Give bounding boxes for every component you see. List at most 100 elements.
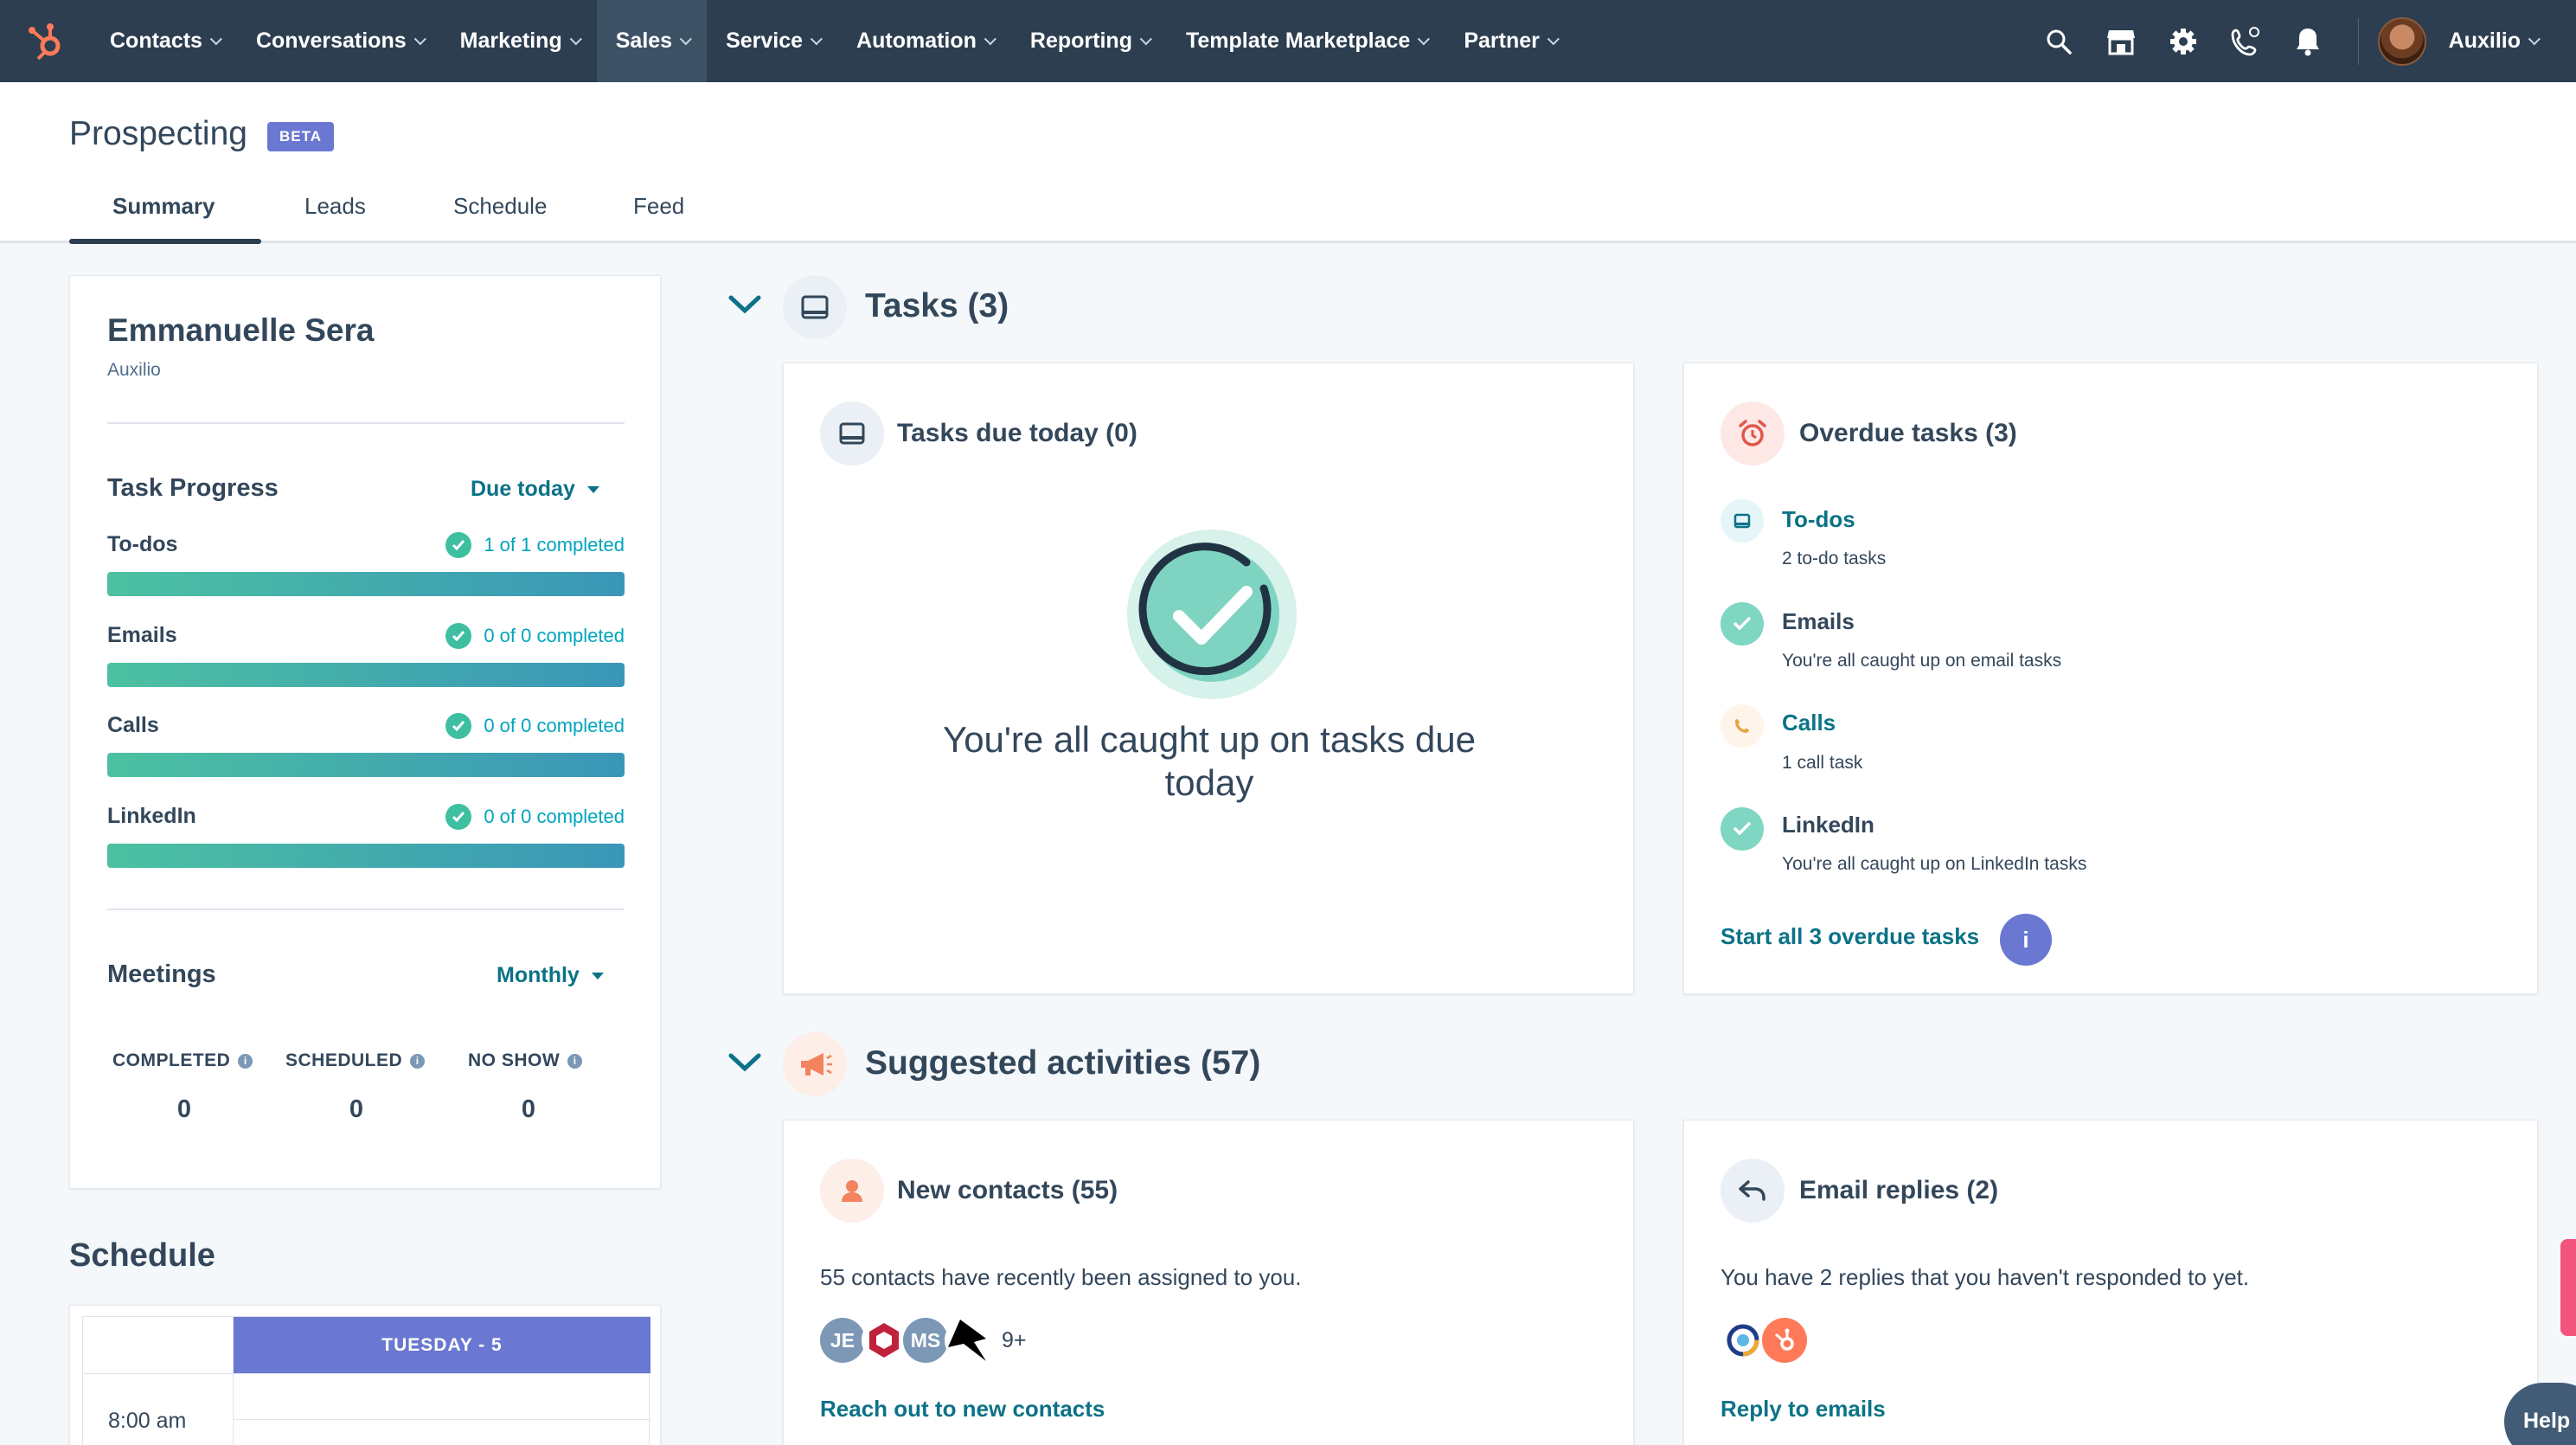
reply-to-emails-link[interactable]: Reply to emails: [1721, 1396, 1886, 1423]
progress-bar: [107, 753, 625, 777]
contact-person-icon: [820, 1159, 884, 1223]
overdue-tasks-title: Overdue tasks (3): [1799, 419, 2017, 447]
reach-out-link[interactable]: Reach out to new contacts: [820, 1396, 1105, 1423]
hubspot-logo-icon[interactable]: [0, 0, 91, 82]
overdue-calls-link[interactable]: Calls: [1782, 710, 1836, 736]
overdue-linkedin-sub: You're all caught up on LinkedIn tasks: [1782, 854, 2087, 874]
hubspot-logo-avatar[interactable]: [1762, 1318, 1807, 1363]
overdue-tasks-card: Overdue tasks (3) To-dos 2 to-do tasks E…: [1683, 363, 2538, 994]
progress-row-linkedin: LinkedIn 0 of 0 completed: [107, 804, 625, 873]
meetings-no-show-label: NO SHOW i: [468, 1050, 583, 1071]
nav-partner[interactable]: Partner: [1445, 0, 1574, 82]
nav-sales[interactable]: Sales: [596, 0, 708, 82]
caret-down-icon: [586, 485, 599, 493]
tasks-due-today-card: Tasks due today (0) You're all caught up…: [783, 363, 1634, 994]
progress-label: Calls: [107, 713, 159, 737]
filter-label: Monthly: [497, 963, 580, 987]
email-replies-card: Email replies (2) You have 2 replies tha…: [1683, 1120, 2538, 1445]
info-icon[interactable]: i: [410, 1053, 426, 1069]
tasks-icon: [783, 275, 847, 339]
contact-avatar[interactable]: JE: [820, 1318, 865, 1363]
suggested-section-title: Suggested activities (57): [865, 1044, 1261, 1082]
calendar-grid: TUESDAY - 5 8:00 am: [82, 1316, 650, 1445]
marketplace-icon[interactable]: [2090, 0, 2152, 82]
feedback-side-tab[interactable]: [2560, 1239, 2576, 1336]
nav-template-marketplace[interactable]: Template Marketplace: [1167, 0, 1445, 82]
nav-contacts[interactable]: Contacts: [91, 0, 237, 82]
progress-label: Emails: [107, 623, 177, 647]
settings-gear-icon[interactable]: [2152, 0, 2214, 82]
divider: [107, 909, 625, 910]
new-contacts-title: New contacts (55): [897, 1176, 1118, 1204]
divider: [107, 422, 625, 424]
check-circle-icon: [445, 532, 472, 558]
nav-conversations[interactable]: Conversations: [237, 0, 441, 82]
tasks-icon: [820, 401, 884, 466]
overdue-linkedin-label: LinkedIn: [1782, 812, 1874, 838]
calendar-day-header[interactable]: TUESDAY - 5: [234, 1317, 650, 1373]
search-icon[interactable]: [2028, 0, 2090, 82]
calling-phone-icon[interactable]: [2214, 0, 2277, 82]
nav-reporting[interactable]: Reporting: [1011, 0, 1167, 82]
top-navigation: Contacts Conversations Marketing Sales S…: [0, 0, 2576, 82]
company-logo-avatar[interactable]: [862, 1318, 907, 1363]
tasks-due-today-title: Tasks due today (0): [897, 419, 1137, 447]
all-done-check-icon: [1125, 528, 1298, 705]
nav-automation[interactable]: Automation: [837, 0, 1011, 82]
reply-arrow-icon: [1721, 1159, 1785, 1223]
todo-icon: [1721, 499, 1764, 543]
chevron-down-icon: [413, 32, 426, 45]
check-circle-icon: [445, 804, 472, 830]
info-icon[interactable]: i: [238, 1053, 253, 1069]
page-title: Prospecting: [69, 115, 247, 152]
task-progress-filter-dropdown[interactable]: Due today: [471, 477, 599, 502]
company-logo-avatar[interactable]: [1721, 1318, 1765, 1363]
chevron-down-icon: [1418, 32, 1431, 45]
company-logo-avatar[interactable]: [945, 1318, 990, 1363]
collapse-suggested-chevron-icon[interactable]: [728, 1052, 761, 1077]
tab-summary[interactable]: Summary: [112, 193, 215, 220]
info-icon[interactable]: i: [567, 1053, 583, 1069]
grid-line: [83, 1373, 650, 1374]
tab-feed[interactable]: Feed: [633, 193, 684, 220]
check-circle-icon: [1721, 807, 1764, 851]
info-icon[interactable]: i: [2000, 914, 2052, 966]
meetings-scheduled-label: SCHEDULED i: [285, 1050, 426, 1071]
schedule-title: Schedule: [69, 1237, 215, 1274]
check-circle-icon: [1721, 602, 1764, 645]
stat-label: SCHEDULED: [285, 1050, 403, 1070]
overdue-emails-label: Emails: [1782, 608, 1855, 634]
page-header: Prospecting BETA Summary Leads Schedule …: [0, 82, 2576, 244]
account-menu[interactable]: Auxilio: [2377, 16, 2576, 66]
collapse-tasks-chevron-icon[interactable]: [728, 294, 761, 319]
chevron-down-icon: [679, 32, 692, 45]
calendar-time-label: 8:00 am: [108, 1409, 187, 1433]
more-contacts-count[interactable]: 9+: [1002, 1328, 1027, 1353]
contact-avatar[interactable]: MS: [903, 1318, 948, 1363]
meetings-completed-value: 0: [176, 1095, 192, 1123]
new-contacts-description: 55 contacts have recently been assigned …: [820, 1264, 1302, 1290]
user-company: Auxilio: [107, 360, 161, 380]
meetings-completed-label: COMPLETED i: [112, 1050, 253, 1071]
progress-label: To-dos: [107, 532, 178, 556]
overdue-todos-link[interactable]: To-dos: [1782, 506, 1855, 533]
progress-bar: [107, 844, 625, 868]
overdue-todos-sub: 2 to-do tasks: [1782, 549, 1887, 568]
overdue-emails-sub: You're all caught up on email tasks: [1782, 651, 2062, 671]
stat-label: COMPLETED: [112, 1050, 231, 1070]
notifications-bell-icon[interactable]: [2277, 0, 2339, 82]
progress-status-text: 0 of 0 completed: [484, 715, 625, 736]
progress-status-text: 0 of 0 completed: [484, 806, 625, 827]
nav-right-utilities: Auxilio: [2028, 0, 2576, 82]
nav-marketing[interactable]: Marketing: [441, 0, 597, 82]
chevron-down-icon: [209, 32, 222, 45]
meetings-filter-dropdown[interactable]: Monthly: [497, 963, 604, 988]
start-overdue-tasks-link[interactable]: Start all 3 overdue tasks: [1721, 923, 1979, 950]
nav-service[interactable]: Service: [707, 0, 837, 82]
progress-status: 1 of 1 completed: [445, 532, 625, 558]
tab-schedule[interactable]: Schedule: [453, 193, 547, 220]
progress-status: 0 of 0 completed: [445, 623, 625, 649]
caught-up-message: You're all caught up on tasks due today: [943, 719, 1476, 804]
chevron-down-icon: [810, 32, 823, 45]
tab-leads[interactable]: Leads: [304, 193, 366, 220]
